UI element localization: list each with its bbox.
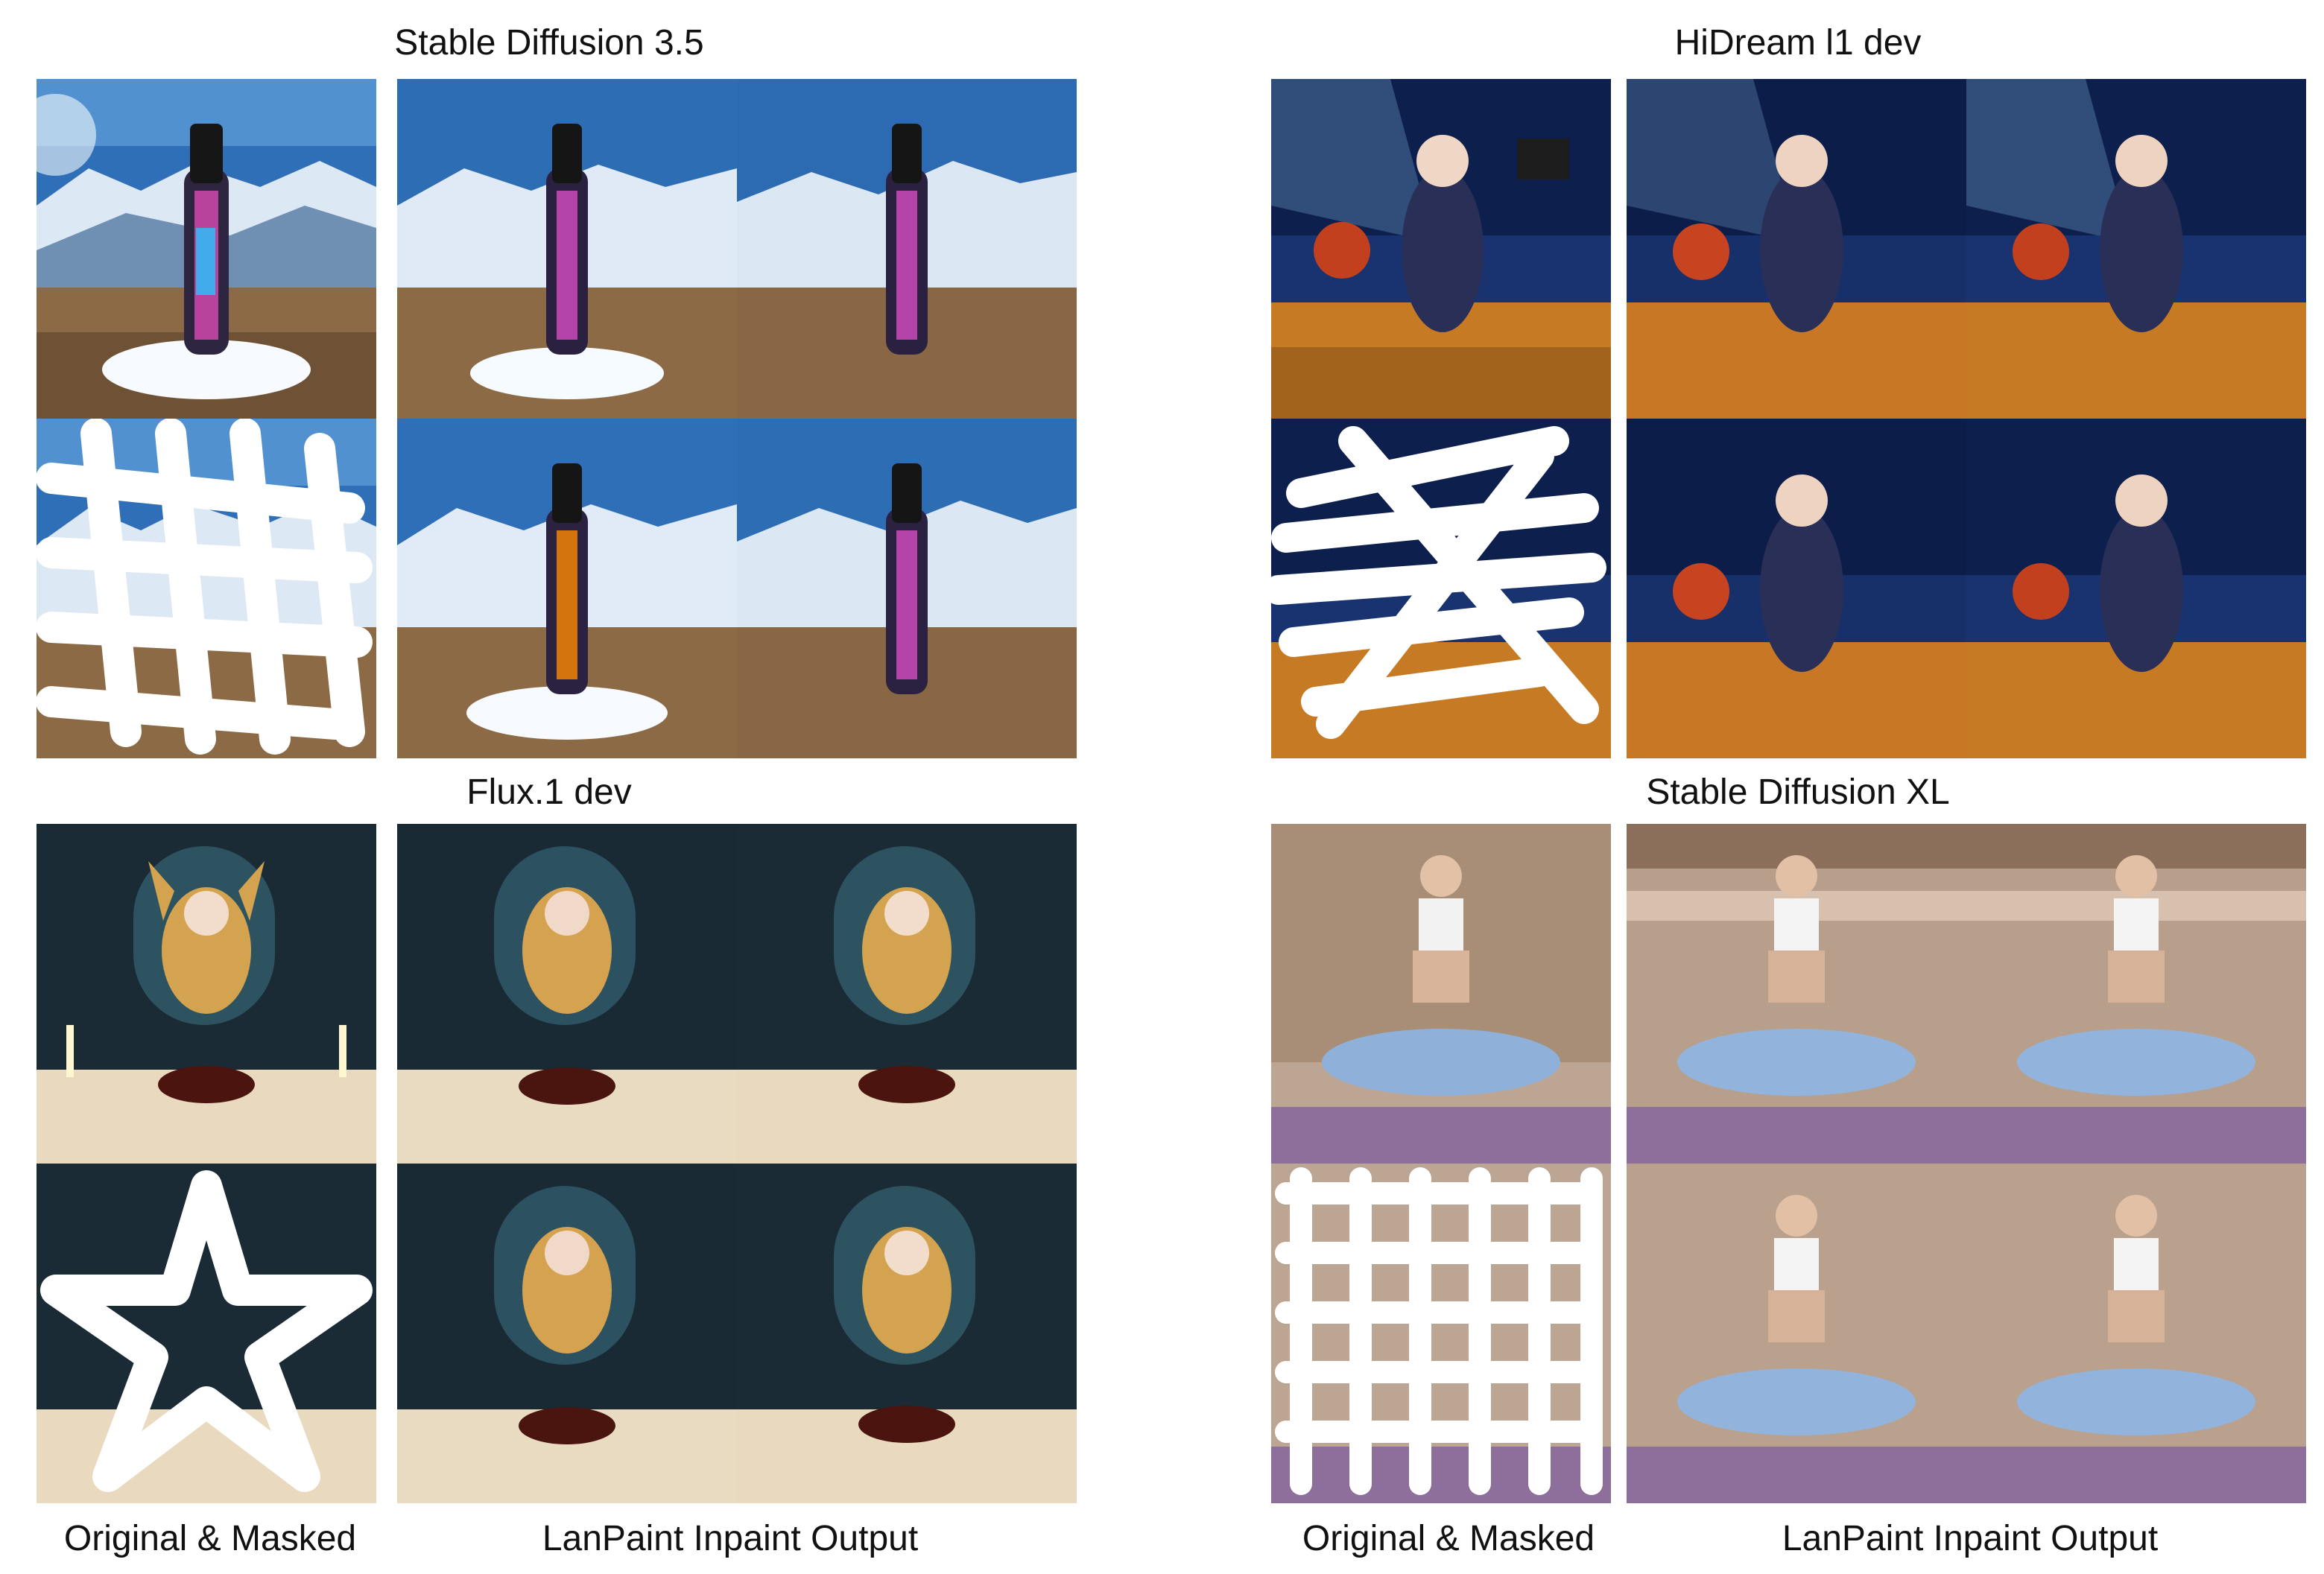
basketball-output-image-1 (1627, 79, 1966, 419)
bottle-output-image-3 (397, 419, 737, 758)
basketball-masked-image (1271, 419, 1611, 758)
bottle-output-image-4 (737, 419, 1077, 758)
basketball-output-image-4 (1966, 419, 2306, 758)
yoga-output-image-4 (1966, 1164, 2306, 1503)
yoga-output-image-3 (1627, 1164, 1966, 1503)
yoga-masked-image (1271, 1164, 1611, 1503)
fox-output-image-3 (397, 1164, 737, 1503)
yoga-original-image (1271, 824, 1611, 1164)
basketball-output-image-3 (1627, 419, 1966, 758)
fox-masked-image (37, 1164, 376, 1503)
basketball-output-image-2 (1966, 79, 2306, 419)
caption-right-original: Original & Masked (1302, 1519, 1595, 1558)
fox-output-image-2 (737, 824, 1077, 1164)
bottle-output-image-1 (397, 79, 737, 419)
bottle-original-image (37, 79, 376, 419)
panel-title-sdxl: Stable Diffusion XL (1646, 772, 1950, 812)
caption-left-output: LanPaint Inpaint Output (542, 1519, 919, 1558)
yoga-output-image-1 (1627, 824, 1966, 1164)
caption-right-output: LanPaint Inpaint Output (1782, 1519, 2159, 1558)
basketball-original-image (1271, 79, 1611, 419)
panel-title-sd35: Stable Diffusion 3.5 (394, 23, 704, 63)
bottle-masked-image (37, 419, 376, 758)
panel-title-flux: Flux.1 dev (466, 772, 632, 812)
fox-output-image-1 (397, 824, 737, 1164)
caption-left-original: Original & Masked (63, 1519, 357, 1558)
yoga-output-image-2 (1966, 824, 2306, 1164)
bottle-output-image-2 (737, 79, 1077, 419)
fox-output-image-4 (737, 1164, 1077, 1503)
panel-title-hidream: HiDream l1 dev (1674, 23, 1922, 63)
fox-original-image (37, 824, 376, 1164)
